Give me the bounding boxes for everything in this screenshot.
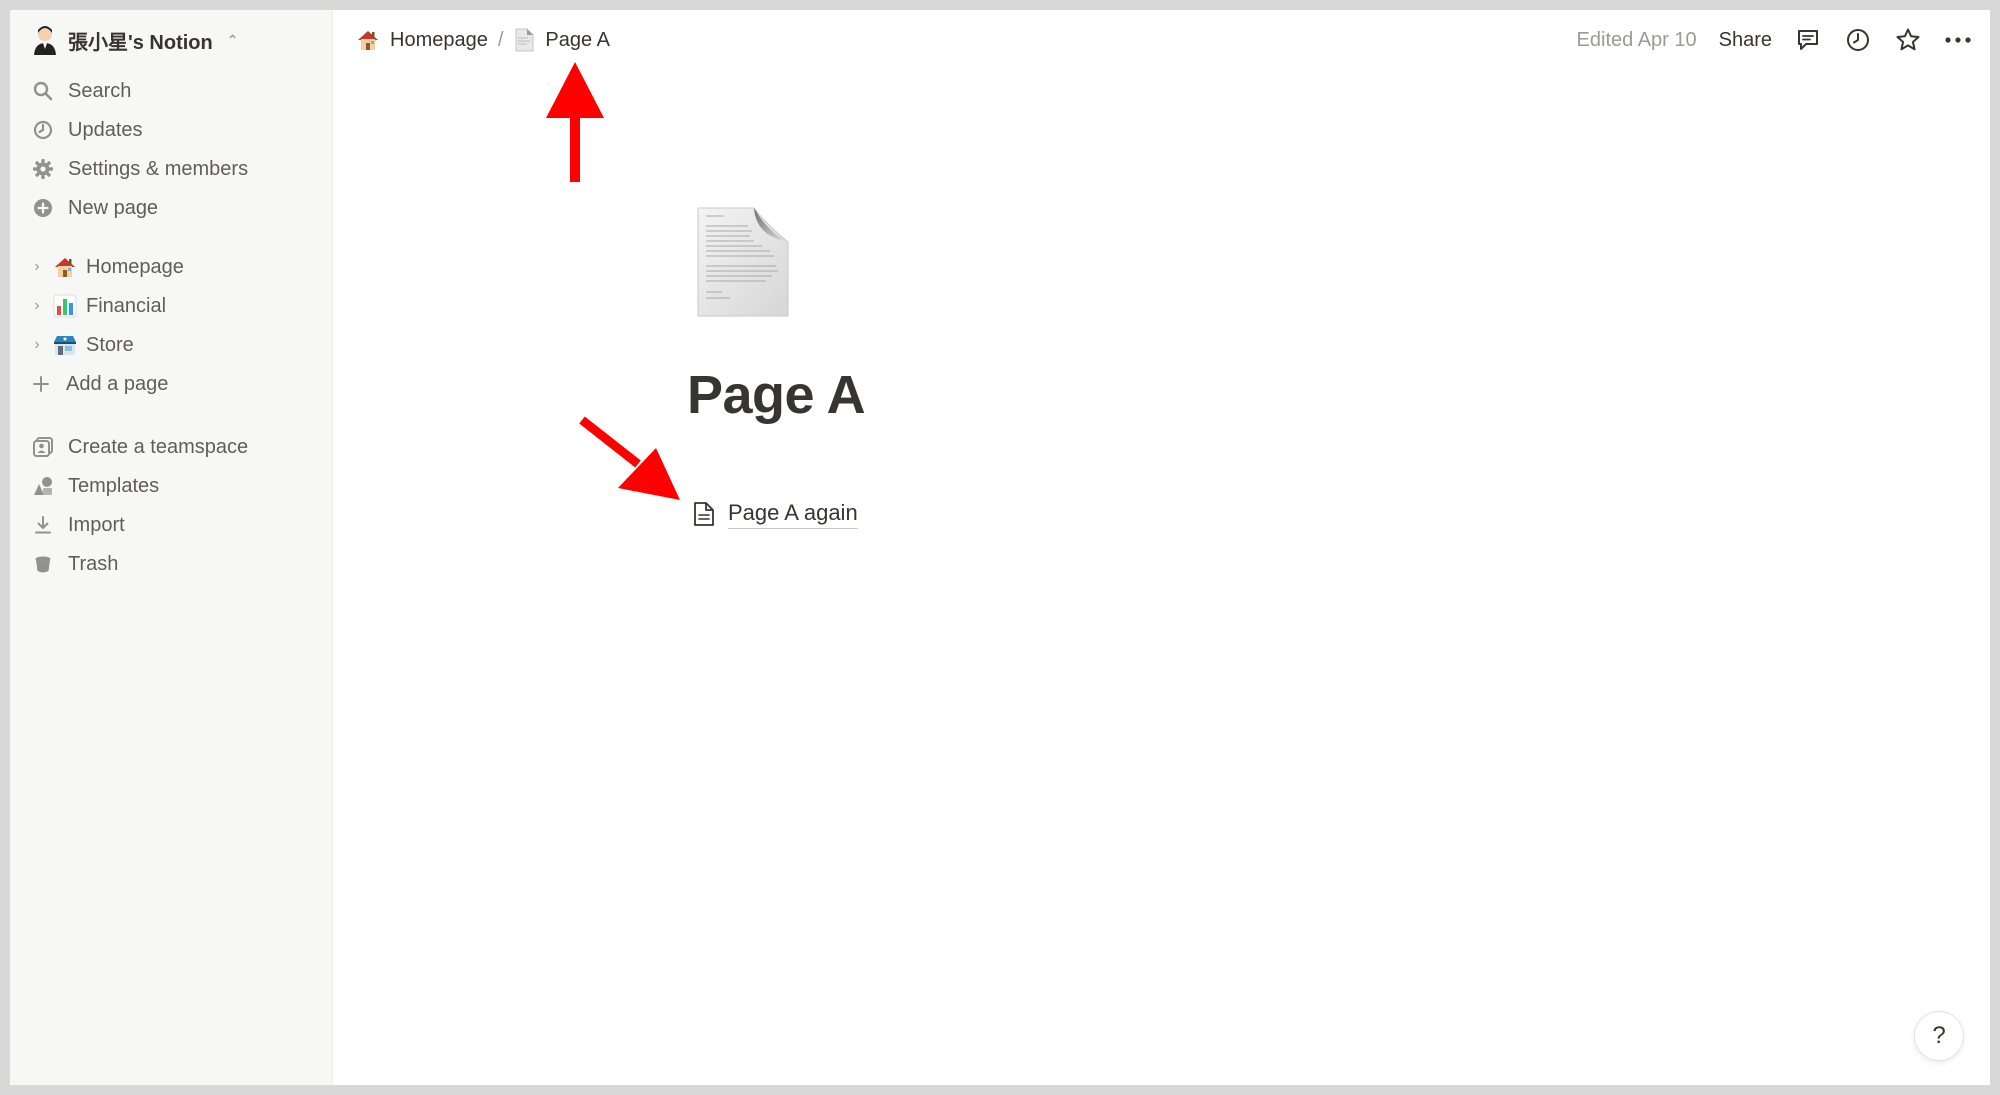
document-icon	[513, 28, 535, 52]
house-icon	[356, 28, 380, 52]
page-icon	[692, 501, 716, 527]
sidebar-item-label: Import	[68, 513, 125, 536]
sidebar-page-label: Financial	[86, 294, 167, 317]
teamspace-icon	[32, 436, 54, 458]
breadcrumb: Homepage / Page A	[350, 20, 616, 60]
chevron-right-icon[interactable]: ›	[28, 336, 46, 354]
avatar	[34, 26, 56, 55]
chevron-right-icon[interactable]: ›	[28, 297, 46, 315]
breadcrumb-label: Homepage	[390, 28, 488, 51]
gear-icon	[32, 158, 54, 180]
topbar-actions: Edited Apr 10 Share	[1577, 20, 1972, 60]
history-clock-icon[interactable]	[1844, 26, 1872, 54]
plus-circle-icon	[32, 197, 54, 219]
sidebar-page-label: Homepage	[86, 255, 184, 278]
add-page-button[interactable]: Add a page	[22, 365, 320, 403]
sidebar-page-financial[interactable]: › Financial	[22, 287, 320, 325]
page-title[interactable]: Page A	[687, 364, 866, 426]
sidebar-item-label: Create a teamspace	[68, 435, 249, 458]
sidebar-item-trash[interactable]: Trash	[22, 545, 320, 583]
store-icon	[52, 332, 78, 358]
sidebar-item-settings[interactable]: Settings & members	[22, 150, 320, 188]
annotation-arrow-diagonal	[579, 416, 680, 500]
trash-icon	[32, 553, 54, 575]
add-page-label: Add a page	[66, 372, 169, 395]
chevron-right-icon[interactable]: ›	[28, 258, 46, 276]
house-icon	[52, 254, 78, 280]
breadcrumb-label: Page A	[545, 28, 610, 51]
sidebar-item-label: Templates	[68, 474, 160, 497]
sidebar-item-create-teamspace[interactable]: Create a teamspace	[22, 428, 320, 466]
sidebar-item-new-page[interactable]: New page	[22, 189, 320, 227]
workspace-name: 張小星's Notion	[68, 31, 213, 54]
sidebar-item-label: Settings & members	[68, 157, 249, 180]
star-icon[interactable]	[1894, 26, 1922, 54]
subpage-label: Page A again	[728, 500, 858, 529]
help-button[interactable]: ?	[1914, 1011, 1964, 1061]
plus-icon	[30, 375, 52, 393]
edited-timestamp: Edited Apr 10	[1576, 28, 1697, 51]
workspace-switcher[interactable]: 張小星's Notion ⌃	[22, 20, 312, 60]
sidebar-item-updates[interactable]: Updates	[22, 111, 320, 149]
sidebar: 張小星's Notion ⌃ Search Updates Settings &…	[10, 10, 333, 1085]
comment-icon[interactable]	[1794, 26, 1822, 54]
search-icon	[32, 80, 54, 102]
clock-icon	[32, 119, 54, 141]
sidebar-item-templates[interactable]: Templates	[22, 467, 320, 505]
share-button[interactable]: Share	[1719, 29, 1772, 52]
sidebar-page-label: Store	[86, 333, 134, 356]
templates-icon	[32, 475, 54, 497]
sidebar-item-label: Trash	[68, 552, 119, 575]
bar-chart-icon	[52, 293, 78, 319]
subpage-link[interactable]: Page A again	[692, 496, 858, 532]
sidebar-page-store[interactable]: › Store	[22, 326, 320, 364]
breadcrumb-separator: /	[497, 28, 504, 51]
sidebar-item-label: New page	[68, 196, 159, 219]
breadcrumb-page-a[interactable]: Page A	[507, 28, 616, 52]
sidebar-item-label: Updates	[68, 118, 143, 141]
sidebar-item-import[interactable]: Import	[22, 506, 320, 544]
sidebar-item-search[interactable]: Search	[22, 72, 320, 110]
updown-chevron-icon: ⌃	[226, 31, 239, 48]
sidebar-page-homepage[interactable]: › Homepage	[22, 248, 320, 286]
import-icon	[32, 514, 54, 536]
breadcrumb-homepage[interactable]: Homepage	[350, 28, 494, 52]
notion-window: 張小星's Notion ⌃ Search Updates Settings &…	[10, 10, 1990, 1085]
page-document-icon[interactable]	[696, 206, 790, 318]
more-options-icon[interactable]	[1944, 26, 1972, 54]
sidebar-item-label: Search	[68, 79, 132, 102]
annotation-arrow-up	[546, 62, 604, 182]
